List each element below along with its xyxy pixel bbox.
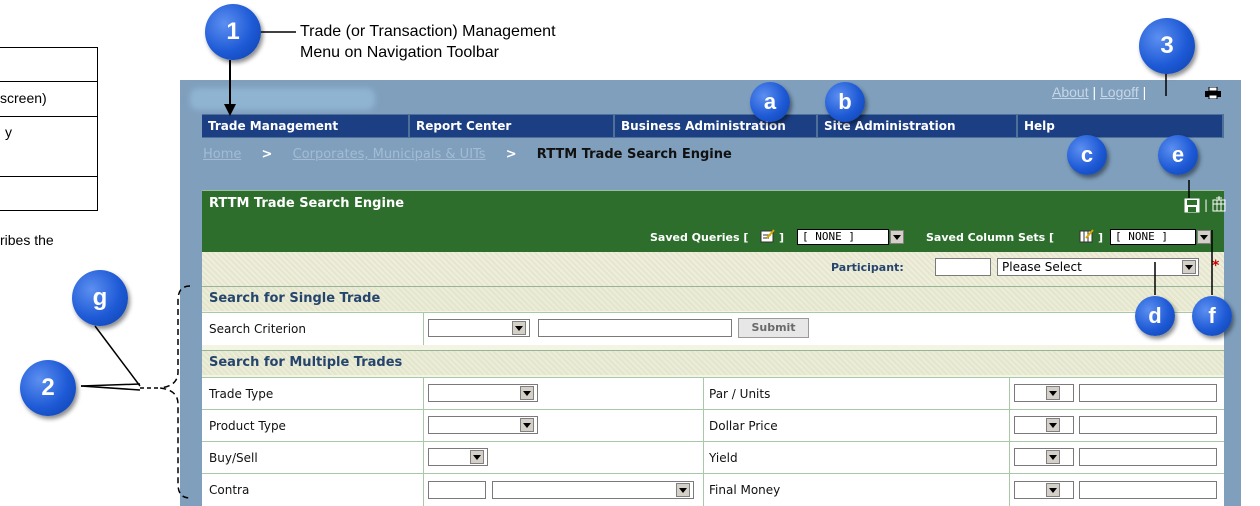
- callout-3: 3: [1139, 18, 1195, 74]
- callout-a: a: [750, 82, 790, 122]
- callout-d: d: [1135, 296, 1175, 336]
- callout-c: c: [1067, 135, 1107, 175]
- callout-b: b: [825, 82, 865, 122]
- callout-lines: [80, 31, 1213, 499]
- callout-2: 2: [20, 360, 76, 416]
- callout-g: g: [72, 270, 128, 326]
- callout-f: f: [1192, 296, 1232, 336]
- callout-e: e: [1158, 135, 1198, 175]
- callout-1-label-line1: Trade (or Transaction) Management: [300, 23, 556, 40]
- callout-1-label-line2: Menu on Navigation Toolbar: [300, 44, 499, 61]
- callout-1: 1: [205, 4, 261, 60]
